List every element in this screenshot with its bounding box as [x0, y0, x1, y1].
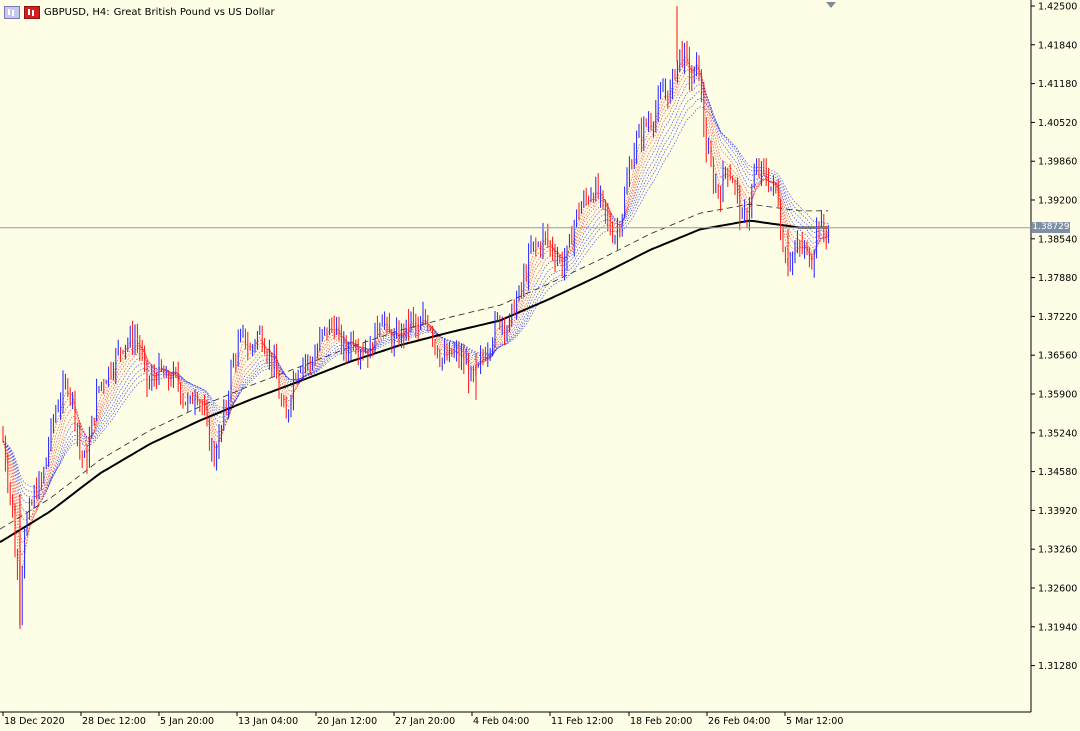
x-tick-label: 5 Mar 12:00 [786, 716, 843, 727]
x-tick-label: 4 Feb 04:00 [473, 716, 529, 727]
y-tick-label: 1.31940 [1038, 622, 1077, 633]
x-tick-label: 26 Feb 04:00 [708, 716, 770, 727]
y-tick-label: 1.33260 [1038, 545, 1077, 556]
x-tick-label: 11 Feb 12:00 [551, 716, 613, 727]
y-tick-label: 1.31280 [1038, 661, 1077, 672]
y-tick-label: 1.39200 [1038, 196, 1077, 207]
x-tick-label: 5 Jan 20:00 [160, 716, 214, 727]
chart-background [0, 0, 1080, 731]
y-tick-label: 1.33920 [1038, 506, 1077, 517]
x-tick-label: 18 Feb 20:00 [630, 716, 692, 727]
y-tick-label: 1.36560 [1038, 351, 1077, 362]
x-tick-label: 20 Jan 12:00 [317, 716, 377, 727]
x-tick-label: 13 Jan 04:00 [238, 716, 298, 727]
y-tick-label: 1.42500 [1038, 2, 1077, 13]
y-tick-label: 1.35240 [1038, 428, 1077, 439]
y-tick-label: 1.32600 [1038, 584, 1077, 595]
current-price-badge: 1.38729 [1032, 222, 1070, 234]
scroll-shift-marker-icon[interactable] [826, 2, 836, 8]
y-tick-label: 1.34580 [1038, 467, 1077, 478]
y-tick-label: 1.41180 [1038, 79, 1077, 90]
x-tick-label: 27 Jan 20:00 [395, 716, 455, 727]
y-tick-label: 1.38540 [1038, 234, 1077, 245]
symbol-flag-icon [24, 5, 40, 19]
y-tick-label: 1.37220 [1038, 312, 1077, 323]
y-tick-label: 1.35900 [1038, 390, 1077, 401]
chart-canvas[interactable]: 1.42500 1.41840 1.41180 1.40520 1.39860 1.392… [0, 0, 1080, 731]
symbol-description: Great British Pound vs US Dollar [113, 6, 275, 18]
x-tick-label: 28 Dec 12:00 [82, 716, 146, 727]
y-tick-label: 1.41840 [1038, 40, 1077, 51]
chart-header: GBPUSD, H4: Great British Pound vs US Do… [4, 4, 275, 20]
y-tick-label: 1.39860 [1038, 157, 1077, 168]
chart-type-icon[interactable] [4, 5, 20, 19]
symbol-label: GBPUSD, H4: [44, 6, 110, 18]
y-tick-label: 1.40520 [1038, 118, 1077, 129]
x-tick-label: 18 Dec 2020 [4, 716, 65, 727]
y-tick-label: 1.37880 [1038, 273, 1077, 284]
